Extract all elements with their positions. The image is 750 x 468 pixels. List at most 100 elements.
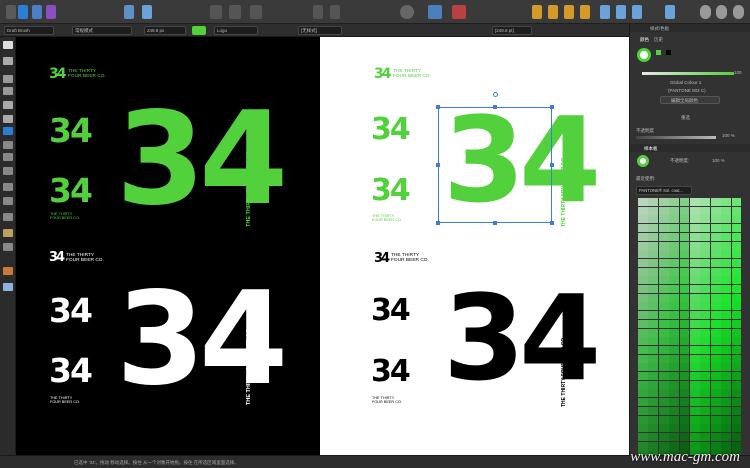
swatch-cell[interactable]: [658, 380, 669, 389]
toggle-icon[interactable]: [400, 5, 414, 19]
swatch-cell[interactable]: [721, 337, 731, 346]
artboard-light[interactable]: 34 THE THIRTY FOUR BEER CO. 34 34 THE THI…: [320, 37, 629, 455]
pen-tool-icon[interactable]: [3, 101, 13, 109]
swatch-cell[interactable]: [648, 302, 659, 311]
view-icon[interactable]: [210, 5, 222, 19]
swatch-cell[interactable]: [679, 398, 690, 407]
swatch-cell[interactable]: [700, 337, 711, 346]
place-tool-icon[interactable]: [3, 213, 13, 221]
swatch-cell[interactable]: [690, 319, 700, 328]
rectangle-tool-icon[interactable]: [3, 153, 13, 161]
swatch-cell[interactable]: [731, 398, 742, 407]
swatch-cell[interactable]: [721, 285, 731, 294]
layer-select[interactable]: Logo: [214, 26, 258, 35]
swatch-cell[interactable]: [710, 258, 721, 267]
swatch-cell[interactable]: [648, 415, 659, 424]
align-icon[interactable]: [600, 5, 610, 19]
swatch-cell[interactable]: [710, 372, 721, 381]
swatch-cell[interactable]: [648, 345, 659, 354]
swatch-cell[interactable]: [690, 276, 700, 285]
swatch-cell[interactable]: [658, 215, 669, 224]
swatch-cell[interactable]: [710, 250, 721, 259]
swatch-cell[interactable]: [690, 206, 700, 215]
swatch-cell[interactable]: [679, 328, 690, 337]
swatch-cell[interactable]: [679, 250, 690, 259]
swatch-cell[interactable]: [638, 415, 648, 424]
swatch-cell[interactable]: [690, 215, 700, 224]
swatch-cell[interactable]: [669, 319, 679, 328]
swatch-cell[interactable]: [721, 398, 731, 407]
swatch-cell[interactable]: [721, 241, 731, 250]
swatch-cell[interactable]: [721, 215, 731, 224]
swatch-cell[interactable]: [710, 206, 721, 215]
swatch-cell[interactable]: [710, 215, 721, 224]
arrange-down-icon[interactable]: [330, 5, 340, 19]
swatch-cell[interactable]: [721, 250, 731, 259]
stroke-swatch-small[interactable]: [666, 50, 671, 55]
swatch-cell[interactable]: [638, 398, 648, 407]
swatch-cell[interactable]: [679, 276, 690, 285]
swatch-cell[interactable]: [669, 424, 679, 433]
swatch-cell[interactable]: [710, 345, 721, 354]
move-tool-icon[interactable]: [3, 41, 13, 49]
lower-opacity-value[interactable]: 100 %: [712, 158, 725, 163]
swatch-cell[interactable]: [669, 276, 679, 285]
swatch-cell[interactable]: [648, 354, 659, 363]
swatch-cell[interactable]: [731, 215, 742, 224]
swatch-cell[interactable]: [721, 380, 731, 389]
swatch-cell[interactable]: [648, 311, 659, 320]
swatch-cell[interactable]: [679, 380, 690, 389]
swatch-cell[interactable]: [648, 224, 659, 233]
tab-history[interactable]: 历史: [654, 37, 663, 43]
document-canvas[interactable]: 34 THE THIRTY FOUR BEER CO. 34 34 THE THI…: [16, 37, 629, 455]
handle-bm[interactable]: [493, 221, 497, 225]
swatch-cell[interactable]: [721, 372, 731, 381]
swatch-cell[interactable]: [658, 302, 669, 311]
swatch-cell[interactable]: [710, 276, 721, 285]
swatch-cell[interactable]: [669, 250, 679, 259]
swatch-cell[interactable]: [710, 224, 721, 233]
swatch-cell[interactable]: [669, 311, 679, 320]
swatch-cell[interactable]: [710, 319, 721, 328]
swatch-cell[interactable]: [690, 285, 700, 294]
swatch-cell[interactable]: [721, 389, 731, 398]
swatch-cell[interactable]: [679, 267, 690, 276]
zoom-icon[interactable]: [700, 5, 711, 19]
swatch-cell[interactable]: [648, 285, 659, 294]
swatch-cell[interactable]: [679, 293, 690, 302]
edit-global-colour-button[interactable]: 编辑全局颜色: [660, 96, 720, 104]
handle-br[interactable]: [550, 221, 554, 225]
swatch-cell[interactable]: [700, 328, 711, 337]
pixel-persona-icon[interactable]: [32, 5, 42, 19]
swatch-cell[interactable]: [658, 389, 669, 398]
swatch-cell[interactable]: [679, 354, 690, 363]
swatch-cell[interactable]: [679, 432, 690, 441]
swatch-cell[interactable]: [669, 337, 679, 346]
swatch-cell[interactable]: [638, 319, 648, 328]
preview-icon[interactable]: [733, 5, 744, 19]
swatch-cell[interactable]: [638, 354, 648, 363]
swatch-cell[interactable]: [679, 372, 690, 381]
artboard-tool-icon[interactable]: [3, 75, 13, 83]
swatch-cell[interactable]: [690, 241, 700, 250]
mode-select[interactable]: 常规模式: [72, 26, 132, 35]
swatch-cell[interactable]: [638, 406, 648, 415]
brush-select[interactable]: Draft Brush: [4, 26, 54, 35]
swatch-cell[interactable]: [690, 258, 700, 267]
swatch-cell[interactable]: [638, 267, 648, 276]
swatch-cell[interactable]: [690, 293, 700, 302]
swatch-cell[interactable]: [658, 311, 669, 320]
swatch-cell[interactable]: [731, 432, 742, 441]
swatch-cell[interactable]: [700, 319, 711, 328]
swatch-cell[interactable]: [638, 432, 648, 441]
swatch-cell[interactable]: [700, 206, 711, 215]
swatch-cell[interactable]: [669, 389, 679, 398]
swatch-cell[interactable]: [731, 285, 742, 294]
swatch-cell[interactable]: [669, 215, 679, 224]
swatch-cell[interactable]: [710, 267, 721, 276]
swatch-cell[interactable]: [731, 415, 742, 424]
swatch-cell[interactable]: [710, 337, 721, 346]
swatch-cell[interactable]: [710, 380, 721, 389]
swatch-cell[interactable]: [731, 276, 742, 285]
swatch-cell[interactable]: [721, 328, 731, 337]
